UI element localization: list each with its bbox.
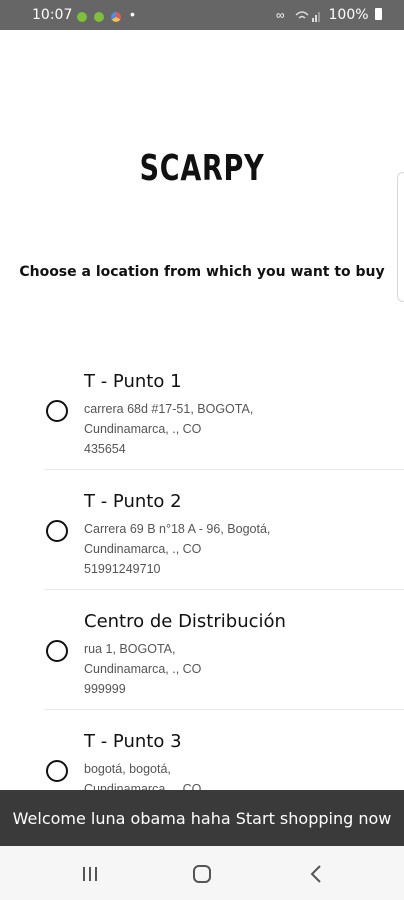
home-icon: [193, 865, 211, 883]
radio-button[interactable]: [46, 640, 68, 662]
radio-button[interactable]: [46, 520, 68, 542]
recents-button[interactable]: [70, 860, 110, 888]
home-button[interactable]: [182, 860, 222, 888]
radio-button[interactable]: [46, 760, 68, 782]
notification-dot-icon: [94, 12, 104, 22]
wifi-signal-icon: [295, 11, 320, 22]
radio-button[interactable]: [46, 400, 68, 422]
more-notifications-icon: •: [130, 6, 135, 22]
location-item[interactable]: T - Punto 2 Carrera 69 B n°18 A - 96, Bo…: [0, 470, 404, 590]
location-list: T - Punto 1 carrera 68d #17-51, BOGOTA, …: [0, 350, 404, 830]
back-icon: [310, 865, 321, 883]
battery-percent: 100%: [328, 7, 369, 23]
app-notification-icon: [111, 12, 121, 22]
location-name: T - Punto 1: [84, 371, 182, 392]
location-item[interactable]: T - Punto 1 carrera 68d #17-51, BOGOTA, …: [0, 350, 404, 470]
toast-message: Welcome luna obama haha Start shopping n…: [0, 790, 404, 846]
location-name: T - Punto 2: [84, 491, 182, 512]
location-name: Centro de Distribución: [84, 611, 286, 632]
battery-icon: [375, 8, 382, 20]
location-address: rua 1, BOGOTA, Cundinamarca, ., CO 99999…: [84, 642, 202, 696]
recents-icon: [83, 867, 97, 881]
system-nav-bar: [0, 846, 404, 900]
notification-dot-icon: [77, 12, 87, 22]
location-address: Carrera 69 B n°18 A - 96, Bogotá, Cundin…: [84, 522, 271, 576]
edge-panel-handle[interactable]: [397, 172, 404, 302]
location-address: carrera 68d #17-51, BOGOTA, Cundinamarca…: [84, 402, 254, 456]
back-button[interactable]: [296, 860, 336, 888]
page-instruction: Choose a location from which you want to…: [19, 264, 385, 280]
link-icon: ∞: [276, 8, 285, 22]
location-name: T - Punto 3: [84, 731, 182, 752]
location-item[interactable]: Centro de Distribución rua 1, BOGOTA, Cu…: [0, 590, 404, 710]
status-time: 10:07: [32, 7, 73, 23]
status-bar: 10:07 • ∞ 100%: [0, 0, 404, 30]
app-logo: SCARPY: [139, 148, 265, 189]
